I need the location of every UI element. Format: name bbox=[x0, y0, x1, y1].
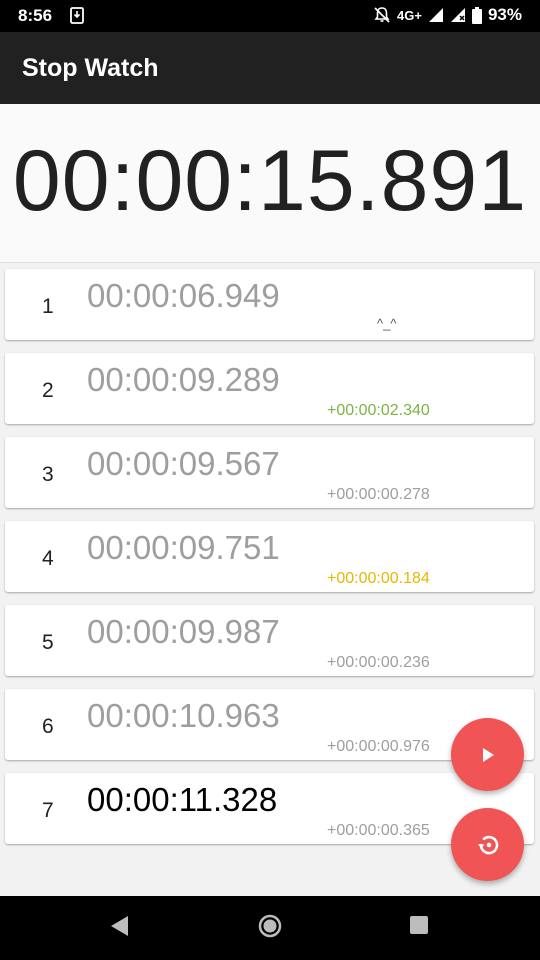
lap-item: 2 00:00:09.289 +00:00:02.340 bbox=[5, 353, 534, 424]
lap-time: 00:00:09.567 bbox=[87, 445, 280, 482]
mute-icon bbox=[374, 7, 390, 23]
lap-number: 7 bbox=[42, 799, 54, 822]
back-icon[interactable] bbox=[108, 914, 130, 938]
lap-delta: +00:00:00.278 bbox=[327, 486, 430, 503]
signal-icon bbox=[450, 8, 465, 22]
reset-icon bbox=[477, 835, 498, 854]
timer-panel: 00:00:15.891 bbox=[0, 104, 540, 263]
signal-icon bbox=[428, 8, 443, 22]
lap-item: 1 00:00:06.949 ^_^ bbox=[5, 269, 534, 340]
app-bar: Stop Watch bbox=[0, 32, 540, 104]
recents-icon[interactable] bbox=[408, 914, 430, 936]
lap-number: 4 bbox=[42, 547, 54, 570]
lap-time: 00:00:11.328 bbox=[87, 781, 278, 818]
play-icon bbox=[482, 747, 494, 762]
lap-delta: +00:00:00.236 bbox=[327, 654, 430, 671]
lap-emoticon: ^_^ bbox=[377, 316, 397, 331]
system-nav-bar bbox=[0, 896, 540, 960]
lap-delta: +00:00:00.976 bbox=[327, 738, 430, 755]
battery-level: 93% bbox=[487, 5, 522, 24]
lap-delta: +00:00:02.340 bbox=[327, 402, 430, 419]
lap-time: 00:00:09.289 bbox=[87, 361, 280, 398]
lap-number: 5 bbox=[42, 631, 54, 654]
lap-delta: +00:00:00.365 bbox=[327, 822, 430, 839]
lap-item: 5 00:00:09.987 +00:00:00.236 bbox=[5, 605, 534, 676]
network-type: 4G+ bbox=[397, 7, 422, 23]
elapsed-time-display: 00:00:15.891 bbox=[12, 133, 528, 229]
lap-time: 00:00:09.987 bbox=[87, 613, 280, 650]
lap-number: 2 bbox=[42, 379, 54, 402]
download-icon bbox=[70, 7, 84, 24]
play-button[interactable] bbox=[451, 718, 524, 791]
app-title: Stop Watch bbox=[22, 54, 159, 82]
lap-time: 00:00:06.949 bbox=[87, 277, 280, 314]
lap-number: 6 bbox=[42, 715, 54, 738]
reset-button[interactable] bbox=[451, 808, 524, 881]
lap-time: 00:00:09.751 bbox=[87, 529, 280, 566]
lap-number: 3 bbox=[42, 463, 54, 486]
lap-item: 4 00:00:09.751 +00:00:00.184 bbox=[5, 521, 534, 592]
home-icon[interactable] bbox=[257, 914, 283, 940]
status-bar: 8:56 4G+ 93% bbox=[0, 0, 540, 32]
status-time: 8:56 bbox=[18, 6, 53, 25]
lap-number: 1 bbox=[42, 295, 54, 318]
lap-delta: +00:00:00.184 bbox=[327, 570, 430, 587]
status-icons: 4G+ 93% bbox=[373, 5, 522, 25]
lap-item: 3 00:00:09.567 +00:00:00.278 bbox=[5, 437, 534, 508]
lap-time: 00:00:10.963 bbox=[87, 697, 280, 734]
battery-icon bbox=[471, 6, 482, 24]
